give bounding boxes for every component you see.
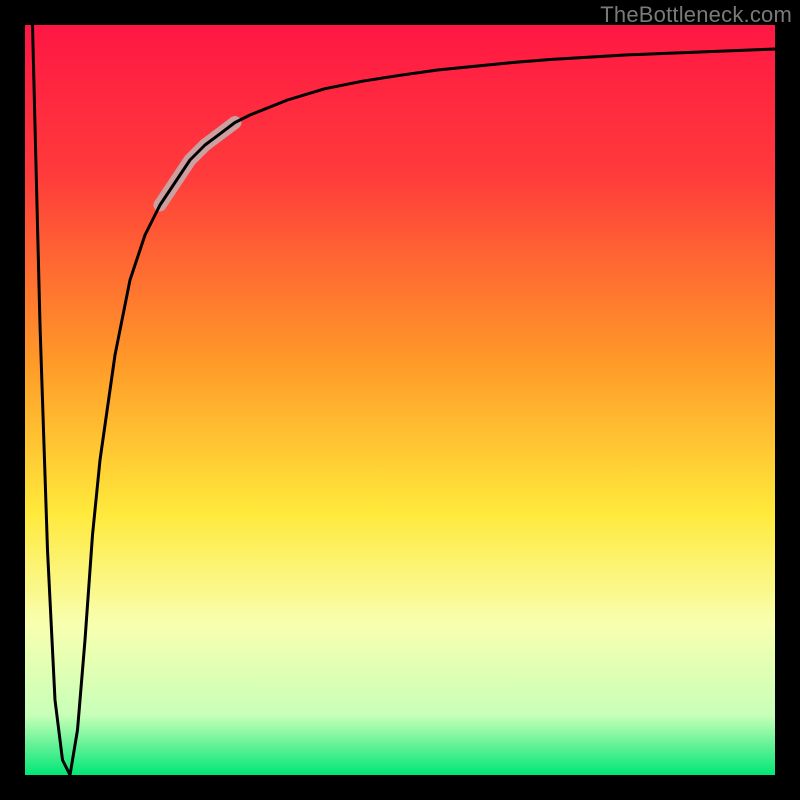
chart-container: TheBottleneck.com bbox=[0, 0, 800, 800]
chart-svg bbox=[0, 0, 800, 800]
watermark-text: TheBottleneck.com bbox=[600, 2, 792, 28]
plot-area bbox=[25, 25, 775, 775]
